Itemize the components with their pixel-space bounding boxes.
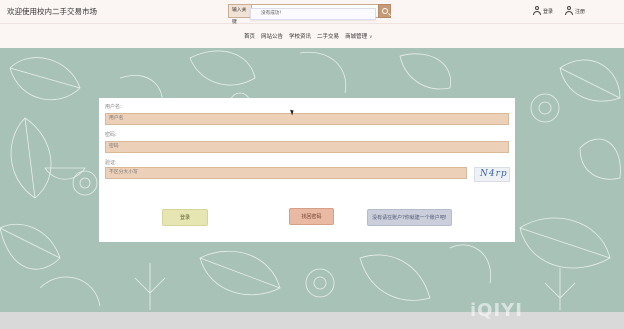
password-field[interactable]: 密码: [105, 141, 509, 153]
username-label: 用户名:: [105, 104, 122, 110]
nav-item-mall-admin[interactable]: 商城管理 ∨: [345, 32, 372, 40]
login-link[interactable]: 登录: [533, 5, 553, 17]
register-button[interactable]: 没有请在账户?你就建一个账户吧!: [367, 209, 452, 226]
login-link-label: 登录: [543, 8, 554, 15]
captcha-label: 验证:: [105, 160, 117, 166]
user-icon: [533, 6, 541, 16]
main-nav: 首页 网站公告 学校资讯 二手交易 商城管理 ∨: [0, 24, 624, 48]
chevron-down-icon: ∨: [369, 35, 373, 40]
watermark-logo: iQIYI: [470, 300, 523, 321]
nav-item-mall-admin-label: 商城管理: [345, 34, 368, 40]
captcha-image-text: N4rp: [480, 169, 508, 179]
site-title: 欢迎使用校内二手交易市场: [7, 7, 97, 16]
register-link-label: 注册: [575, 8, 586, 15]
captcha-field[interactable]: 不区分大小写: [105, 167, 467, 179]
status-popup: 没有成功!: [250, 8, 376, 20]
user-add-icon: [565, 6, 573, 16]
login-button[interactable]: 登录: [162, 209, 208, 226]
nav-item-school-news[interactable]: 学校资讯: [289, 32, 311, 40]
bottom-strip: [0, 312, 624, 329]
search-icon: [382, 8, 388, 14]
register-link[interactable]: 注册: [565, 5, 585, 17]
forgot-password-button[interactable]: 找回密码: [289, 208, 334, 225]
page: 欢迎使用校内二手交易市场 输入关键 没有成功! 登录 注册 首页 网站公告 学校…: [0, 0, 624, 329]
username-field[interactable]: 用户名: [105, 113, 509, 125]
nav-item-announcements[interactable]: 网站公告: [261, 32, 283, 40]
search-button[interactable]: [378, 4, 391, 18]
password-label: 密码:: [105, 132, 117, 138]
nav-item-home[interactable]: 首页: [244, 32, 255, 40]
search-category-select[interactable]: 输入关键: [228, 4, 252, 25]
nav-item-secondhand[interactable]: 二手交易: [317, 32, 339, 40]
top-header: 欢迎使用校内二手交易市场 输入关键 没有成功! 登录 注册: [0, 0, 624, 25]
captcha-image[interactable]: N4rp: [474, 167, 510, 182]
